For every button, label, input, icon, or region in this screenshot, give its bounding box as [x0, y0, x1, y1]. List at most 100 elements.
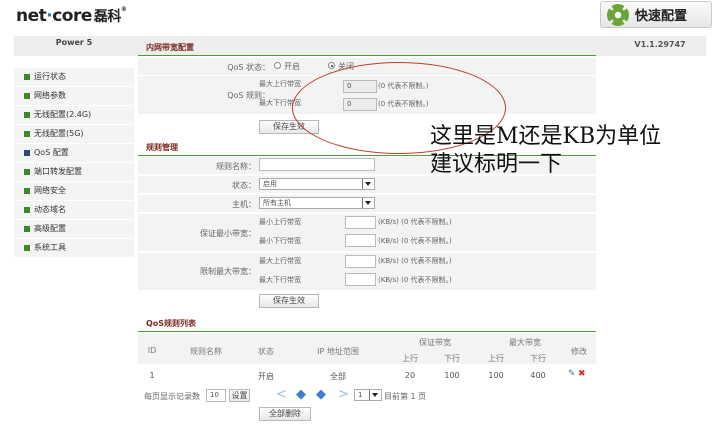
min-bandwidth-label: 保证最小带宽：	[200, 229, 256, 238]
col-guarantee-up: 上行	[402, 354, 418, 363]
rule-name-label: 规则名称：	[216, 162, 256, 171]
edit-icon[interactable]: ✎	[568, 369, 576, 379]
per-page-label: 每页显示记录数	[144, 392, 200, 401]
sidebar-item-status[interactable]: 运行状态	[14, 68, 134, 87]
gear-icon	[607, 3, 629, 26]
sidebar-item-label: 动态域名	[34, 205, 66, 214]
sidebar-item-advanced[interactable]: 高级配置	[14, 220, 134, 239]
min-up-input[interactable]	[345, 216, 376, 229]
sidebar-item-label: 运行状态	[34, 72, 66, 81]
host-select[interactable]: 所有主机	[259, 197, 375, 209]
min-down-hint: (KB/s) (0 代表不限制。)	[378, 237, 452, 245]
chevron-down-icon	[369, 390, 381, 400]
sidebar-item-label: 端口转发配置	[34, 167, 82, 176]
sidebar-item-label: 网络参数	[34, 91, 66, 100]
menu-bullet-icon	[24, 150, 30, 156]
row-limit-up: 100	[488, 371, 504, 380]
chevron-down-icon	[362, 198, 374, 208]
set-per-page-button[interactable]: 设置	[229, 389, 250, 402]
delete-icon[interactable]: ✖	[578, 369, 586, 379]
rule-max-up-label: 最大上行带宽	[259, 257, 301, 265]
per-page-input[interactable]: 10	[206, 389, 226, 402]
sidebar-item-label: 无线配置(5G)	[34, 129, 84, 138]
col-id: ID	[147, 346, 157, 355]
col-state: 状态	[258, 347, 274, 356]
sidebar-item-label: 网络安全	[34, 186, 66, 195]
state-select[interactable]: 启用	[259, 178, 375, 190]
sidebar-item-port-forward[interactable]: 端口转发配置	[14, 163, 134, 182]
min-down-label: 最小下行带宽	[259, 237, 301, 245]
menu-bullet-icon	[24, 207, 30, 213]
host-label: 主机：	[232, 200, 256, 209]
min-up-hint: (KB/s) (0 代表不限制。)	[378, 218, 452, 226]
max-up-label: 最大上行带宽	[259, 80, 301, 88]
menu-bullet-icon	[24, 169, 30, 175]
sidebar-item-wireless-24g[interactable]: 无线配置(2.4G)	[14, 106, 134, 125]
page-select[interactable]: 1	[354, 389, 382, 401]
last-page-icon[interactable]: >	[338, 388, 349, 401]
firmware-version: V1.1.29747	[634, 40, 686, 49]
menu-bullet-icon	[24, 74, 30, 80]
top-bar: net·core 磊科® 快速配置	[0, 0, 720, 34]
sidebar-item-label: 高级配置	[34, 224, 66, 233]
row-limit-down: 400	[530, 371, 546, 380]
sidebar-item-qos[interactable]: QoS 配置	[14, 144, 134, 163]
sidebar-item-label: 无线配置(2.4G)	[34, 110, 92, 119]
rule-max-down-hint: (KB/s) (0 代表不限制。)	[378, 276, 452, 284]
sidebar-item-system[interactable]: 系统工具	[14, 239, 134, 258]
rule-max-up-hint: (KB/s) (0 代表不限制。)	[378, 257, 452, 265]
next-page-icon[interactable]: ◆	[316, 388, 326, 401]
sidebar-item-wireless-5g[interactable]: 无线配置(5G)	[14, 125, 134, 144]
sidebar-nav: 运行状态 网络参数 无线配置(2.4G) 无线配置(5G) QoS 配置 端口转…	[14, 68, 134, 258]
host-select-value: 所有主机	[263, 199, 291, 207]
menu-bullet-icon	[24, 93, 30, 99]
quick-setup-button[interactable]: 快速配置	[600, 1, 712, 28]
rule-max-down-input[interactable]	[345, 273, 376, 286]
rule-max-down-label: 最大下行带宽	[259, 276, 301, 284]
prev-page-icon[interactable]: ◆	[296, 388, 306, 401]
qos-on-label: 开启	[284, 62, 300, 71]
qos-off-radio[interactable]	[328, 62, 335, 69]
sidebar-item-ddns[interactable]: 动态域名	[14, 201, 134, 220]
row-id: 1	[149, 371, 155, 380]
col-limit-up: 上行	[488, 354, 504, 363]
menu-bullet-icon	[24, 245, 30, 251]
save-rule-button[interactable]: 保存生效	[259, 294, 319, 308]
menu-bullet-icon	[24, 226, 30, 232]
min-up-label: 最小上行带宽	[259, 218, 301, 226]
col-name: 规则名称	[190, 347, 222, 356]
delete-all-button[interactable]: 全部删除	[259, 407, 311, 421]
chevron-down-icon	[362, 179, 374, 189]
page-select-value: 1	[358, 391, 363, 399]
rule-max-up-input[interactable]	[345, 255, 376, 268]
state-select-value: 启用	[263, 180, 277, 188]
min-down-input[interactable]	[345, 234, 376, 247]
qos-state-label: QoS 状态：	[227, 63, 270, 72]
first-page-icon[interactable]: <	[276, 388, 287, 401]
rule-name-input[interactable]	[259, 158, 375, 171]
col-guarantee-down: 下行	[444, 354, 460, 363]
row-guarantee-up: 20	[404, 371, 416, 380]
col-limit: 最大带宽	[509, 338, 541, 347]
row-ip: 全部	[330, 372, 346, 381]
sidebar-item-label: 系统工具	[34, 243, 66, 252]
sidebar-item-security[interactable]: 网络安全	[14, 182, 134, 201]
bandwidth-section-title: 内网带宽配置	[138, 42, 596, 56]
netcore-logo: net·core 磊科®	[16, 6, 127, 26]
row-state: 开启	[258, 372, 274, 381]
rule-list-title: QoS规则列表	[138, 318, 596, 332]
qos-rule-label: QoS 规则：	[227, 91, 270, 100]
row-guarantee-down: 100	[444, 371, 460, 380]
menu-bullet-icon	[24, 112, 30, 118]
menu-bullet-icon	[24, 131, 30, 137]
max-bandwidth-label: 限制最大带宽：	[200, 267, 256, 276]
menu-bullet-icon	[24, 188, 30, 194]
model-name: Power 5	[55, 38, 93, 47]
annotation-line-2: 建议标明一下	[430, 152, 563, 177]
col-limit-down: 下行	[530, 354, 546, 363]
col-ip: IP 地址范围	[317, 347, 359, 356]
quick-setup-label: 快速配置	[635, 9, 688, 24]
col-edit: 修改	[571, 347, 587, 356]
qos-on-radio[interactable]	[274, 62, 281, 69]
sidebar-item-network[interactable]: 网络参数	[14, 87, 134, 106]
